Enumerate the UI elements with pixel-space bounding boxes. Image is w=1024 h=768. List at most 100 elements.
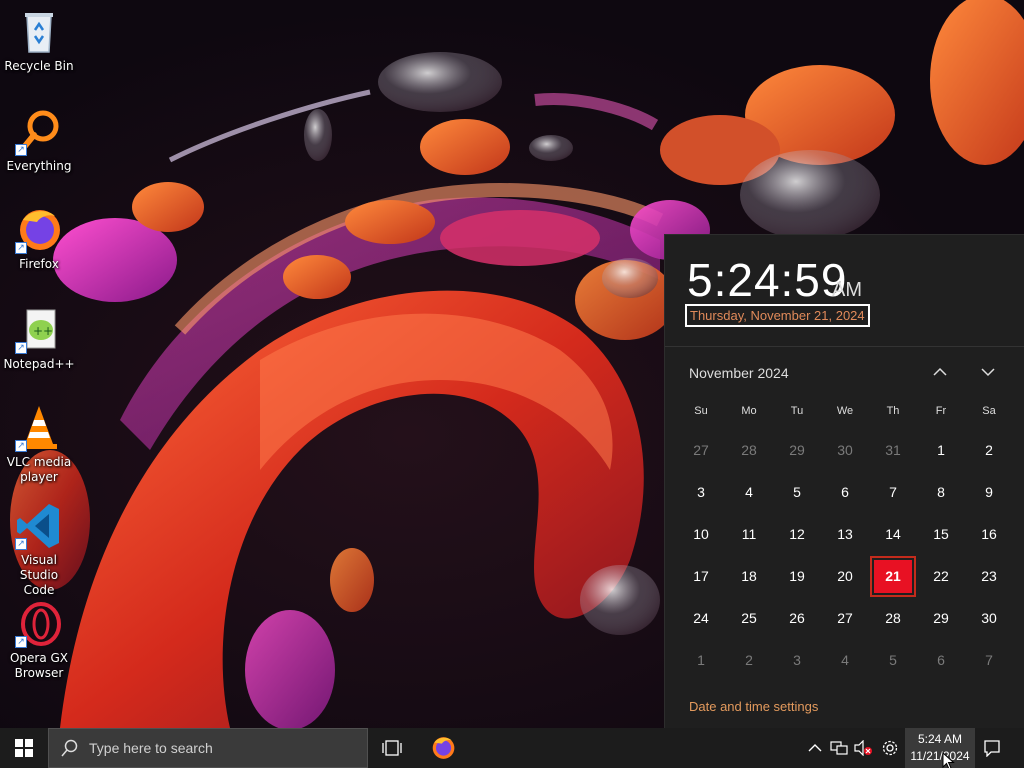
- network-button[interactable]: [827, 728, 851, 768]
- volume-muted-icon: [854, 740, 872, 756]
- desktop-icon-notepad-plus-plus[interactable]: ++ ↗ Notepad++: [3, 306, 75, 372]
- desktop-icon-everything[interactable]: ↗ Everything: [4, 108, 74, 174]
- volume-button[interactable]: [851, 728, 875, 768]
- calendar-day[interactable]: 25: [725, 597, 773, 639]
- calendar-day[interactable]: 27: [821, 597, 869, 639]
- weekday-label: Th: [886, 405, 900, 417]
- calendar-day[interactable]: 29: [917, 597, 965, 639]
- flyout-divider: [665, 346, 1024, 347]
- show-hidden-icons-button[interactable]: [803, 728, 827, 768]
- calendar-day[interactable]: 24: [677, 597, 725, 639]
- calendar-day-number: 28: [885, 610, 901, 626]
- calendar-day-number: 23: [981, 568, 997, 584]
- search-placeholder: Type here to search: [89, 740, 213, 756]
- calendar-day-number: 18: [741, 568, 757, 584]
- calendar-day[interactable]: 16: [965, 513, 1013, 555]
- calendar-day[interactable]: 23: [965, 555, 1013, 597]
- calendar-day[interactable]: 6: [917, 639, 965, 681]
- windows-logo-icon: [15, 739, 33, 757]
- calendar-day[interactable]: 18: [725, 555, 773, 597]
- taskbar-clock-button[interactable]: 5:24 AM 11/21/2024: [905, 728, 975, 768]
- calendar-day[interactable]: 29: [773, 429, 821, 471]
- desktop-icon-vscode[interactable]: ↗ Visual Studio Code: [4, 502, 74, 598]
- calendar-day[interactable]: 6: [821, 471, 869, 513]
- calendar-day[interactable]: 8: [917, 471, 965, 513]
- chevron-up-icon: [808, 744, 822, 752]
- calendar-day-number: 17: [693, 568, 709, 584]
- calendar-day[interactable]: 20: [821, 555, 869, 597]
- calendar-day[interactable]: 2: [965, 429, 1013, 471]
- calendar-day[interactable]: 10: [677, 513, 725, 555]
- calendar-day[interactable]: 1: [917, 429, 965, 471]
- firefox-icon: [432, 737, 455, 759]
- calendar-day[interactable]: 5: [773, 471, 821, 513]
- calendar-day[interactable]: 31: [869, 429, 917, 471]
- flyout-ampm: AM: [832, 279, 862, 301]
- calendar-day-number: 29: [933, 610, 949, 626]
- calendar-day[interactable]: 2: [725, 639, 773, 681]
- calendar-day-number: 7: [985, 652, 993, 668]
- calendar-day-number: 6: [937, 652, 945, 668]
- desktop-icon-label: Everything: [6, 159, 72, 173]
- calendar-day[interactable]: 4: [821, 639, 869, 681]
- desktop-icon-recycle-bin[interactable]: Recycle Bin: [4, 8, 74, 74]
- calendar-day[interactable]: 5: [869, 639, 917, 681]
- vscode-icon: ↗: [15, 502, 63, 550]
- calendar-day[interactable]: 30: [965, 597, 1013, 639]
- calendar-day[interactable]: 28: [725, 429, 773, 471]
- calendar-day[interactable]: 3: [773, 639, 821, 681]
- taskbar: Type here to search 5:24 AM 11/21/2024: [0, 728, 1024, 768]
- calendar-day[interactable]: 7: [965, 639, 1013, 681]
- calendar-day[interactable]: 7: [869, 471, 917, 513]
- next-month-button[interactable]: [978, 363, 998, 383]
- settings-tray-button[interactable]: [878, 728, 902, 768]
- date-time-settings-link[interactable]: Date and time settings: [689, 699, 818, 714]
- calendar-day-number: 27: [837, 610, 853, 626]
- task-view-icon: [382, 740, 402, 756]
- weekday-label: Fr: [935, 405, 947, 417]
- calendar-days-grid: 27 28 29 30 31 1 2 3 4 5 6 7 8 9 10 11 12 13 14 15 16 17 18 19 2…: [677, 429, 1013, 681]
- calendar-day-number: 2: [745, 652, 753, 668]
- calendar-day[interactable]: 12: [773, 513, 821, 555]
- calendar-day-number: 3: [793, 652, 801, 668]
- calendar-day-number: 6: [841, 484, 849, 500]
- search-icon: [61, 739, 78, 757]
- flyout-long-date-link[interactable]: Thursday, November 21, 2024: [685, 304, 870, 327]
- calendar-day[interactable]: 30: [821, 429, 869, 471]
- calendar-day[interactable]: 14: [869, 513, 917, 555]
- desktop-icon-label: Recycle Bin: [4, 59, 74, 73]
- desktop-icon-firefox[interactable]: ↗ Firefox: [4, 206, 74, 272]
- calendar-day[interactable]: 15: [917, 513, 965, 555]
- weekday-label: Su: [694, 405, 708, 417]
- calendar-day[interactable]: 17: [677, 555, 725, 597]
- calendar-day[interactable]: 3: [677, 471, 725, 513]
- previous-month-button[interactable]: [930, 363, 950, 383]
- calendar-month-label[interactable]: November 2024: [689, 365, 789, 381]
- calendar-day-number: 29: [789, 442, 805, 458]
- calendar-day[interactable]: 28: [869, 597, 917, 639]
- desktop-icon-vlc[interactable]: ↗ VLC media player: [4, 404, 74, 485]
- calendar-day[interactable]: 26: [773, 597, 821, 639]
- desktop-icon-opera-gx[interactable]: ↗ Opera GX Browser: [4, 600, 74, 681]
- calendar-day-number: 15: [933, 526, 949, 542]
- calendar-day[interactable]: 4: [725, 471, 773, 513]
- weekday-label: Sa: [982, 405, 996, 417]
- start-button[interactable]: [0, 728, 48, 768]
- task-view-button[interactable]: [372, 728, 412, 768]
- calendar-day-number: 16: [981, 526, 997, 542]
- action-center-button[interactable]: [978, 728, 1006, 768]
- calendar-day-number: 11: [741, 526, 757, 542]
- calendar-day[interactable]: 27: [677, 429, 725, 471]
- calendar-day-number: 26: [789, 610, 805, 626]
- calendar-day[interactable]: 22: [917, 555, 965, 597]
- calendar-day-today[interactable]: 21: [869, 555, 917, 597]
- calendar-day[interactable]: 1: [677, 639, 725, 681]
- calendar-day[interactable]: 9: [965, 471, 1013, 513]
- taskbar-search-box[interactable]: Type here to search: [48, 728, 368, 768]
- calendar-day[interactable]: 19: [773, 555, 821, 597]
- calendar-day[interactable]: 11: [725, 513, 773, 555]
- calendar-day-number: 5: [793, 484, 801, 500]
- taskbar-firefox-button[interactable]: [422, 728, 464, 768]
- calendar-day[interactable]: 13: [821, 513, 869, 555]
- notification-icon: [984, 740, 1000, 757]
